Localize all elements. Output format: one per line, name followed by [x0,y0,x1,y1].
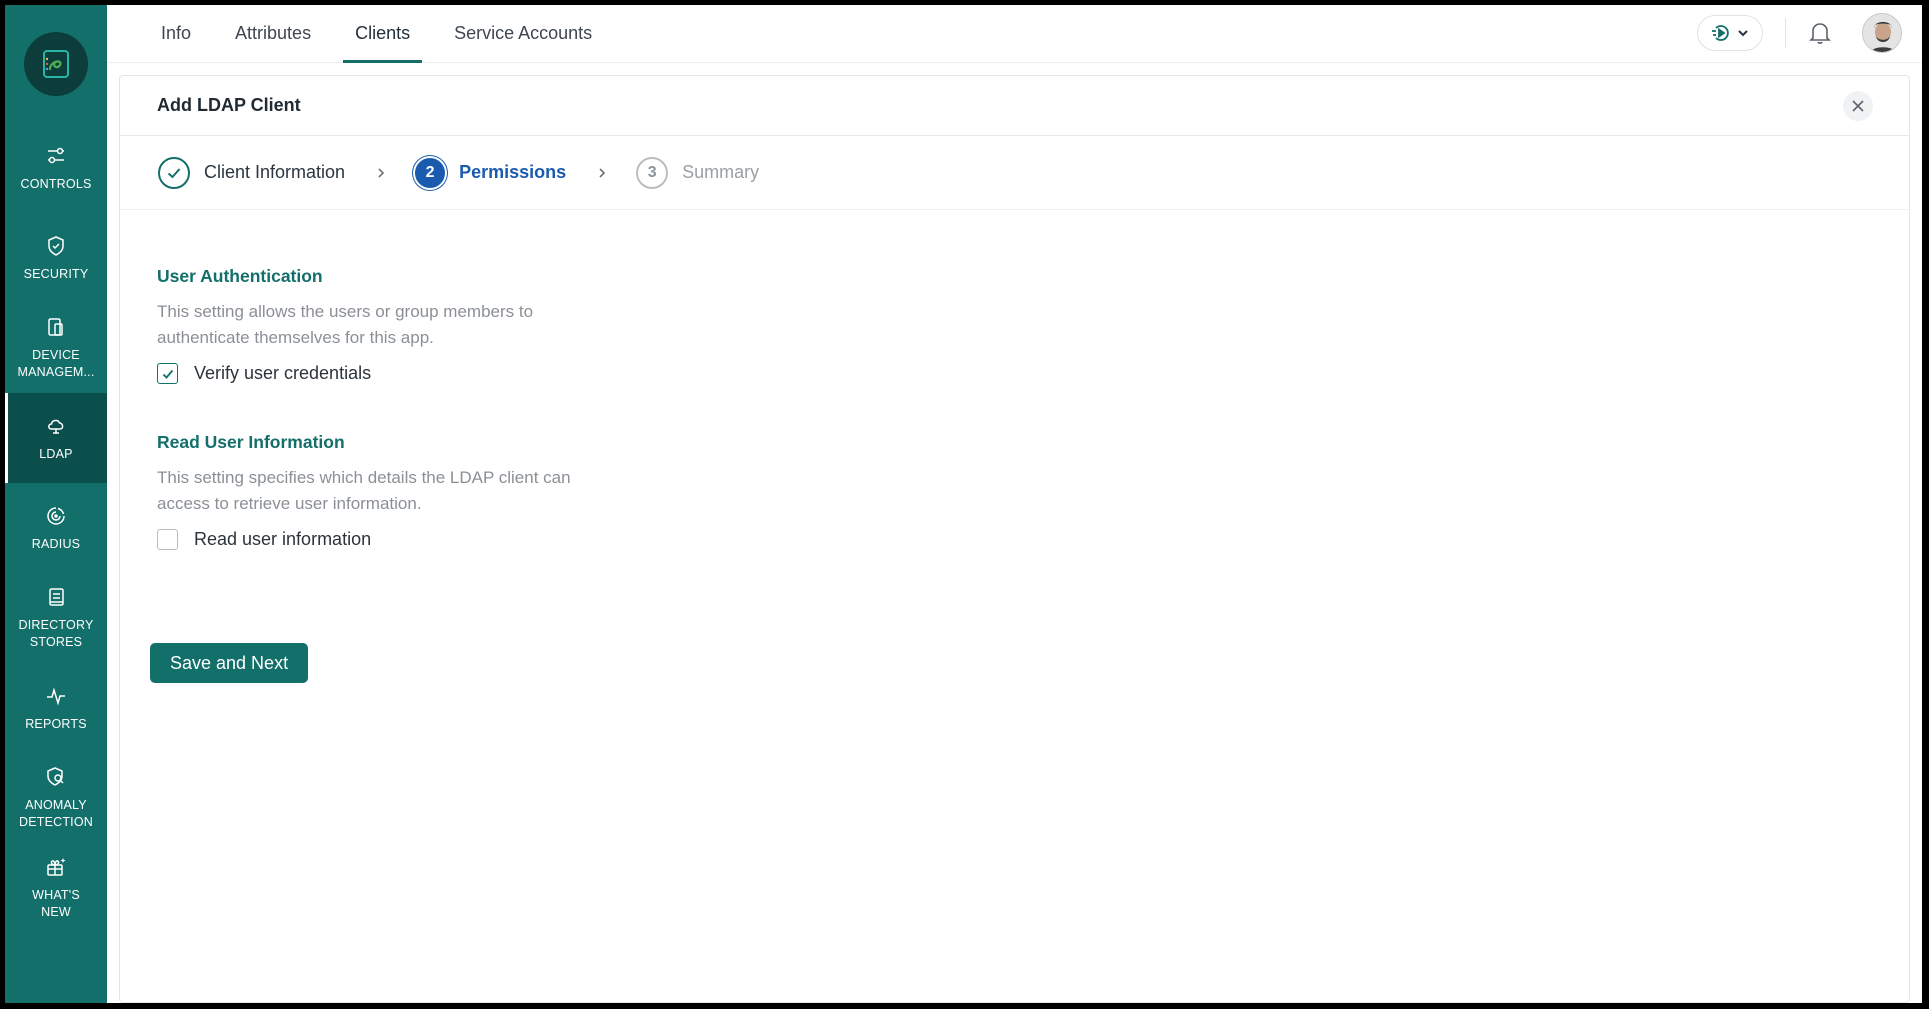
read-user-info-checkbox-row[interactable]: Read user information [157,529,1909,550]
close-icon [1851,99,1865,113]
step-label: Permissions [459,162,567,182]
checkbox-label: Verify user credentials [194,363,372,383]
sidebar-item-label: SECURITY [23,266,89,281]
main-area: Info Attributes Clients Service Accounts [107,5,1922,1003]
directory-icon [44,585,68,609]
app-switcher-icon [1710,22,1732,44]
verify-credentials-checkbox[interactable] [157,363,178,384]
step-label: Client Information [204,162,346,182]
sidebar-item-label: DIRECTORY STORES [18,618,94,649]
close-button[interactable] [1843,91,1873,121]
permissions-form: User Authentication This setting allows … [120,210,1909,550]
save-and-next-button[interactable]: Save and Next [150,643,309,683]
step-label: Summary [682,162,760,182]
section-title: User Authentication [157,266,323,286]
header-divider [1785,18,1786,48]
panel-header: Add LDAP Client [120,76,1909,136]
sidebar-item-controls[interactable]: CONTROLS [5,123,107,213]
sidebar-item-label: DEVICE MANAGEM... [17,348,95,379]
step-number: 3 [636,156,669,189]
section-description: This setting allows the users or group m… [157,302,534,347]
tab-attributes[interactable]: Attributes [233,5,313,63]
sidebar-item-anomaly-detection[interactable]: ANOMALY DETECTION [5,753,107,843]
sidebar-item-security[interactable]: SECURITY [5,213,107,303]
sidebar-item-label: ANOMALY DETECTION [18,798,94,829]
pulse-icon [44,684,68,708]
stepper: Client Information 2 Permissions 3 Summa… [120,136,1909,210]
sidebar-item-ldap[interactable]: LDAP [5,393,107,483]
header-actions [1697,13,1902,53]
gift-icon [44,855,68,879]
step-number: 2 [415,157,446,188]
step-summary[interactable]: 3 Summary [636,156,760,189]
device-icon [44,315,68,339]
step-permissions[interactable]: 2 Permissions [415,157,567,188]
tab-clients[interactable]: Clients [343,5,423,63]
sidebar-item-whats-new[interactable]: WHAT'S NEW [5,843,107,933]
app-frame: CONTROLS SECURITY DEVICE MANAGEM... LDAP… [5,5,1922,1003]
read-user-info-checkbox[interactable] [157,529,178,550]
checkbox-label: Read user information [194,529,372,549]
ldap-icon [44,414,68,438]
sidebar-item-directory-stores[interactable]: DIRECTORY STORES [5,573,107,663]
sidebar-item-reports[interactable]: REPORTS [5,663,107,753]
sidebar-item-device-management[interactable]: DEVICE MANAGEM... [5,303,107,393]
chevron-right-icon [596,167,608,179]
chevron-right-icon [375,167,387,179]
app-logo-icon[interactable] [24,32,88,96]
top-tabs-bar: Info Attributes Clients Service Accounts [107,5,1922,63]
user-avatar[interactable] [1862,13,1902,53]
verify-credentials-checkbox-row[interactable]: Verify user credentials [157,363,1909,384]
sidebar-item-label: REPORTS [25,716,87,731]
check-icon [158,156,190,189]
sliders-icon [44,144,68,168]
anomaly-shield-icon [44,765,68,789]
chevron-down-icon [1736,26,1750,40]
logo-wrap [5,5,107,123]
section-description: This setting specifies which details the… [157,468,571,513]
app-switcher-button[interactable] [1697,15,1763,51]
section-title: Read User Information [157,432,345,452]
sidebar-item-label: WHAT'S NEW [32,888,80,919]
tab-info[interactable]: Info [159,5,193,63]
panel-title: Add LDAP Client [157,95,301,115]
sidebar-item-label: LDAP [39,446,73,461]
tab-service-accounts[interactable]: Service Accounts [452,5,594,63]
sidebar-item-radius[interactable]: RADIUS [5,483,107,573]
add-ldap-client-panel: Add LDAP Client Client Information 2 Per… [119,75,1910,1003]
sidebar: CONTROLS SECURITY DEVICE MANAGEM... LDAP… [5,5,107,1003]
shield-icon [44,234,68,258]
sidebar-item-label: RADIUS [31,536,81,551]
step-client-information[interactable]: Client Information [158,156,346,189]
bell-icon[interactable] [1808,20,1832,46]
sidebar-item-label: CONTROLS [20,176,92,191]
radius-icon [44,504,68,528]
